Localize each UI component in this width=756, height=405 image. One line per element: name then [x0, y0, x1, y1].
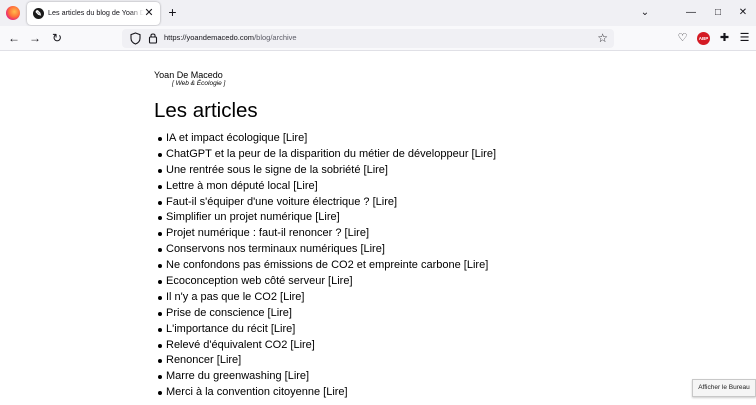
article-item: Il n'y a pas que le CO2 [Lire]	[157, 290, 496, 306]
article-title: IA et impact écologique	[166, 132, 280, 144]
article-title: Marre du greenwashing	[166, 370, 282, 383]
read-article-link[interactable]: [Lire]	[345, 227, 369, 239]
read-article-link[interactable]: [Lire]	[268, 307, 292, 319]
read-article-link[interactable]: [Lire]	[328, 275, 352, 287]
read-article-link[interactable]: [Lire]	[271, 323, 295, 335]
read-article-link[interactable]: [Lire]	[285, 370, 309, 382]
lock-icon[interactable]	[148, 32, 158, 44]
navigation-bar: ← → ↻ https://yoandemacedo.com/blog/arch…	[0, 26, 756, 51]
read-article-link[interactable]: [Lire]	[323, 386, 347, 398]
new-tab-button[interactable]: +	[164, 4, 181, 21]
article-title: Projet numérique : faut-il renoncer ?	[166, 227, 342, 240]
article-item: Faut-il s'équiper d'une voiture électriq…	[157, 195, 496, 211]
read-article-link[interactable]: [Lire]	[360, 243, 384, 255]
pocket-icon[interactable]: ♡	[675, 31, 690, 46]
globe-favicon-icon: ✎	[33, 8, 44, 19]
article-item: Prise de conscience [Lire]	[157, 306, 496, 322]
forward-arrow-icon[interactable]: →	[26, 30, 44, 47]
back-arrow-icon[interactable]: ←	[5, 30, 23, 47]
article-item: Ecoconception web côté serveur [Lire]	[157, 274, 496, 290]
site-tagline: [ Web & Écologie ]	[172, 80, 226, 87]
read-article-link[interactable]: [Lire]	[472, 148, 496, 160]
maximize-button[interactable]: □	[706, 3, 730, 23]
read-article-link[interactable]: [Lire]	[364, 164, 388, 176]
tab-active[interactable]: ✎ Les articles du blog de Yoan De Macedo…	[27, 2, 160, 25]
article-title: Prise de conscience	[166, 306, 265, 319]
article-item: Relevé d'équivalent CO2 [Lire]	[157, 338, 496, 354]
article-item: Projet numérique : faut-il renoncer ? [L…	[157, 226, 496, 242]
article-item: IA et impact écologique [Lire]	[157, 131, 496, 147]
close-window-button[interactable]: ✕	[731, 3, 755, 23]
article-item: Marre du greenwashing [Lire]	[157, 369, 496, 385]
article-list: IA et impact écologique [Lire] ChatGPT et…	[157, 131, 496, 401]
article-item: ChatGPT et la peur de la disparition du …	[157, 147, 496, 163]
article-title: Il n'y a pas que le CO2	[166, 290, 277, 303]
article-title: Ne confondons pas émissions de CO2 et em…	[166, 259, 461, 272]
read-article-link[interactable]: [Lire]	[290, 339, 314, 351]
article-item: L'importance du récit [Lire]	[157, 322, 496, 338]
read-article-link[interactable]: [Lire]	[315, 211, 339, 223]
address-bar[interactable]: https://yoandemacedo.com/blog/archive ☆	[122, 29, 614, 48]
article-title: L'importance du récit	[166, 322, 268, 335]
article-title: Lettre à mon député local	[166, 179, 291, 192]
article-item: Merci à la convention citoyenne [Lire]	[157, 385, 496, 401]
page-title: Les articles	[154, 99, 258, 122]
article-item: Ne confondons pas émissions de CO2 et em…	[157, 258, 496, 274]
extensions-puzzle-icon[interactable]: ✚	[717, 31, 732, 46]
article-item: Lettre à mon député local [Lire]	[157, 179, 496, 195]
article-item: Simplifier un projet numérique [Lire]	[157, 210, 496, 226]
read-article-link[interactable]: [Lire]	[217, 354, 241, 366]
url-path: /blog/archive	[254, 33, 297, 42]
read-article-link[interactable]: [Lire]	[280, 291, 304, 303]
minimize-button[interactable]: —	[679, 3, 703, 23]
tab-title: Les articles du blog de Yoan De Macedo	[48, 8, 144, 17]
tab-close-icon[interactable]: ✕	[142, 6, 156, 20]
article-title: Merci à la convention citoyenne	[166, 386, 321, 399]
read-article-link[interactable]: [Lire]	[283, 132, 307, 144]
article-title: Ecoconception web côté serveur	[166, 275, 325, 288]
read-article-link[interactable]: [Lire]	[373, 196, 397, 208]
article-title: Simplifier un projet numérique	[166, 211, 313, 224]
article-title: Relevé d'équivalent CO2	[166, 338, 288, 351]
read-article-link[interactable]: [Lire]	[293, 180, 317, 192]
bookmark-star-icon[interactable]: ☆	[597, 31, 608, 46]
url-text[interactable]: https://yoandemacedo.com/blog/archive	[164, 33, 297, 42]
article-title: ChatGPT et la peur de la disparition du …	[166, 147, 469, 160]
article-item: Une rentrée sous le signe de la sobriété…	[157, 163, 496, 179]
reload-icon[interactable]: ↻	[48, 30, 66, 47]
page-content: Yoan De Macedo [ Web & Écologie ] Les ar…	[0, 51, 756, 405]
tracking-shield-icon[interactable]	[130, 32, 141, 45]
article-title: Une rentrée sous le signe de la sobriété	[166, 163, 361, 176]
article-item: Renoncer [Lire]	[157, 353, 496, 369]
article-title: Faut-il s'équiper d'une voiture électriq…	[166, 195, 370, 208]
article-item: Conservons nos terminaux numériques [Lir…	[157, 242, 496, 258]
url-host: https://yoandemacedo.com	[164, 33, 255, 42]
menu-hamburger-icon[interactable]: ☰	[737, 31, 752, 46]
adblock-plus-icon[interactable]: ABP	[697, 32, 710, 45]
site-name[interactable]: Yoan De Macedo	[154, 70, 223, 80]
show-desktop-tooltip: Afficher le Bureau	[692, 379, 756, 397]
read-article-link[interactable]: [Lire]	[464, 259, 488, 271]
tab-list-chevron-icon[interactable]: ⌄	[633, 3, 657, 23]
tab-strip: ✎ Les articles du blog de Yoan De Macedo…	[0, 0, 756, 26]
article-title: Conservons nos terminaux numériques	[166, 243, 358, 256]
firefox-logo-icon[interactable]	[6, 6, 20, 20]
article-title: Renoncer	[166, 354, 214, 367]
